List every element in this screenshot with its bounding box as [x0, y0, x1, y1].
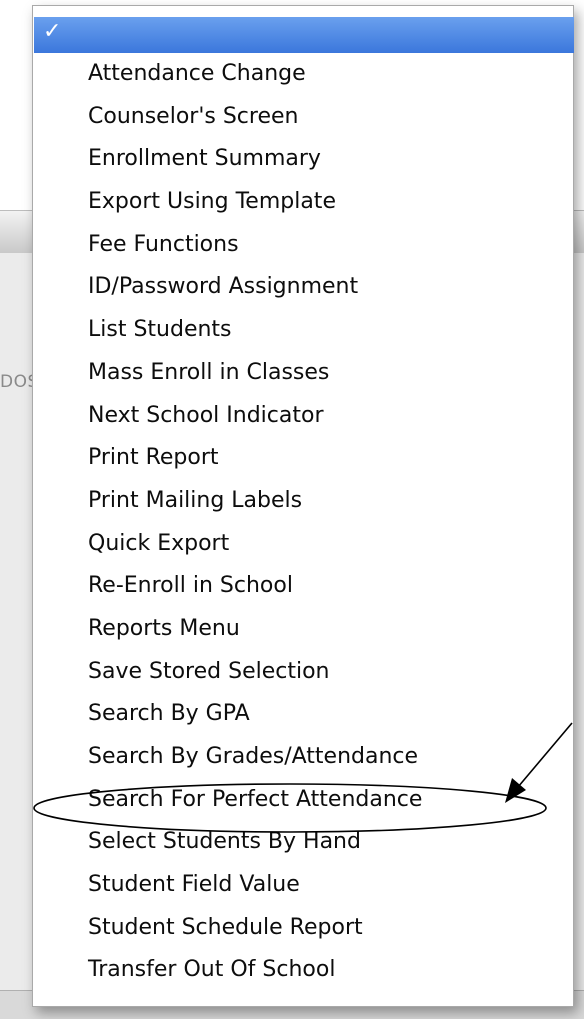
- menu-item-list-students[interactable]: List Students: [33, 309, 573, 352]
- menu-item-next-school-indicator[interactable]: Next School Indicator: [33, 395, 573, 438]
- menu-item-search-by-gpa[interactable]: Search By GPA: [33, 693, 573, 736]
- menu-item-reports-menu[interactable]: Reports Menu: [33, 608, 573, 651]
- menu-item-student-field-value[interactable]: Student Field Value: [33, 864, 573, 907]
- menu-item-quick-export[interactable]: Quick Export: [33, 523, 573, 566]
- menu-item-save-stored-selection[interactable]: Save Stored Selection: [33, 651, 573, 694]
- menu-item-export-using-template[interactable]: Export Using Template: [33, 181, 573, 224]
- popup-menu: ✓ Attendance Change Counselor's Screen E…: [32, 5, 574, 1007]
- menu-item-transfer-out-of-school[interactable]: Transfer Out Of School: [33, 949, 573, 992]
- menu-item-search-for-perfect-attendance[interactable]: Search For Perfect Attendance: [33, 779, 573, 822]
- menu-item-mass-enroll-in-classes[interactable]: Mass Enroll in Classes: [33, 352, 573, 395]
- menu-item-search-by-grades-attendance[interactable]: Search By Grades/Attendance: [33, 736, 573, 779]
- checkmark-icon: ✓: [43, 19, 62, 44]
- menu-items: Attendance Change Counselor's Screen Enr…: [33, 53, 573, 992]
- menu-item-print-report[interactable]: Print Report: [33, 437, 573, 480]
- menu-item-attendance-change[interactable]: Attendance Change: [33, 53, 573, 96]
- menu-item-re-enroll-in-school[interactable]: Re-Enroll in School: [33, 565, 573, 608]
- menu-item-fee-functions[interactable]: Fee Functions: [33, 224, 573, 267]
- menu-item-select-students-by-hand[interactable]: Select Students By Hand: [33, 821, 573, 864]
- menu-item-student-schedule-report[interactable]: Student Schedule Report: [33, 907, 573, 950]
- menu-item-print-mailing-labels[interactable]: Print Mailing Labels: [33, 480, 573, 523]
- menu-item-id-password-assignment[interactable]: ID/Password Assignment: [33, 266, 573, 309]
- menu-item-enrollment-summary[interactable]: Enrollment Summary: [33, 138, 573, 181]
- menu-item-counselors-screen[interactable]: Counselor's Screen: [33, 96, 573, 139]
- menu-selected-row[interactable]: ✓: [34, 17, 574, 53]
